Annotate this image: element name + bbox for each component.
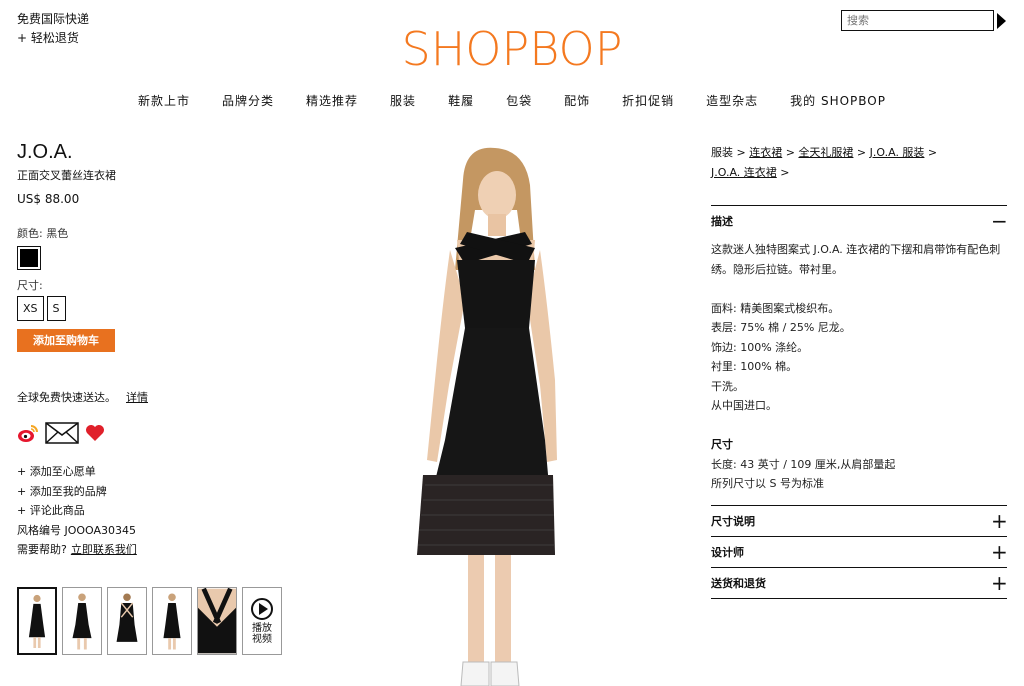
swatch-fill [20, 249, 38, 267]
material-line: 从中国进口。 [711, 399, 777, 412]
shipping-returns-section: 送货和退货 + [711, 567, 1008, 598]
breadcrumb-sep: > [924, 146, 938, 159]
nav-magazine[interactable]: 造型杂志 [690, 92, 774, 109]
review-product-link[interactable]: + 评论此商品 [17, 501, 137, 521]
add-to-wishlist-link[interactable]: + 添加至心愿单 [17, 462, 137, 482]
expand-plus-icon[interactable]: + [991, 542, 1008, 562]
designer-header[interactable]: 设计师 + [711, 537, 1008, 567]
product-price: US$ 88.00 [17, 192, 80, 206]
product-actions: + 添加至心愿单 + 添加至我的品牌 + 评论此商品 风格编号 JOOOA303… [17, 462, 137, 560]
designer-title: 设计师 [711, 546, 744, 559]
description-body: 这款迷人独特图案式 J.O.A. 连衣裙的下摆和肩带饰有配色刺绣。隐形后拉链。带… [711, 240, 1007, 494]
play-video-button[interactable]: 播放视频 [242, 587, 282, 655]
section-divider [711, 598, 1007, 599]
size-options: XS S [17, 296, 66, 321]
nav-featured[interactable]: 精选推荐 [290, 92, 374, 109]
breadcrumb-sep: > [853, 146, 867, 159]
style-number: 风格编号 JOOOA30345 [17, 523, 137, 537]
breadcrumb-sep: > [782, 146, 795, 159]
nav-bags[interactable]: 包袋 [490, 92, 548, 109]
material-line: 饰边: 100% 涤纶。 [711, 340, 809, 354]
description-text: 这款迷人独特图案式 J.O.A. 连衣裙的下摆和肩带饰有配色刺绣。隐形后拉链。带… [711, 243, 1001, 276]
contact-us-link[interactable]: 立即联系我们 [71, 543, 137, 556]
nav-shoes[interactable]: 鞋履 [432, 92, 490, 109]
nav-new-arrivals[interactable]: 新款上市 [122, 92, 206, 109]
thumbnail-detail-full[interactable] [152, 587, 192, 655]
nav-clothing[interactable]: 服装 [374, 92, 432, 109]
shopbop-logo[interactable]: SHOPBOP [0, 22, 1024, 76]
help-line: 需要帮助? 立即联系我们 [17, 540, 137, 560]
nav-sale[interactable]: 折扣促销 [606, 92, 690, 109]
size-option-s[interactable]: S [46, 296, 66, 321]
size-line: 长度: 43 英寸 / 109 厘米,从肩部量起 [711, 457, 896, 471]
breadcrumb-dresses[interactable]: 连衣裙 [749, 146, 782, 159]
description-header[interactable]: 描述 − [711, 206, 1008, 236]
breadcrumb-sep: > [733, 146, 746, 159]
nav-brands[interactable]: 品牌分类 [206, 92, 290, 109]
help-text: 需要帮助? [17, 543, 67, 556]
collapse-minus-icon[interactable]: − [991, 211, 1008, 231]
breadcrumb-day-dresses[interactable]: 全天礼服裙 [798, 146, 853, 159]
expand-plus-icon[interactable]: + [991, 511, 1008, 531]
play-icon [251, 598, 273, 620]
material-line: 衬里: 100% 棉。 [711, 360, 798, 373]
size-guide-header[interactable]: 尺寸说明 + [711, 506, 1008, 536]
breadcrumb: 服装 > 连衣裙 > 全天礼服裙 > J.O.A. 服装 > J.O.A. 连衣… [711, 143, 1011, 182]
description-title: 描述 [711, 215, 733, 228]
email-icon[interactable] [45, 422, 79, 447]
breadcrumb-joa-clothing[interactable]: J.O.A. 服装 [870, 146, 925, 159]
thumbnail-closeup[interactable] [197, 587, 237, 655]
material-line: 面料: 精美图案式梭织布。 [711, 301, 840, 315]
add-to-cart-button[interactable]: 添加至购物车 [17, 329, 115, 352]
size-guide-section: 尺寸说明 + [711, 505, 1008, 536]
size-guide-title: 尺寸说明 [711, 515, 755, 528]
nav-accessories[interactable]: 配饰 [548, 92, 606, 109]
size-heading: 尺寸 [711, 438, 733, 451]
expand-plus-icon[interactable]: + [991, 573, 1008, 593]
breadcrumb-sep: > [776, 165, 790, 179]
size-label: 尺寸: [17, 279, 43, 292]
main-nav: 新款上市 品牌分类 精选推荐 服装 鞋履 包袋 配饰 折扣促销 造型杂志 我的 … [0, 92, 1024, 109]
heart-icon[interactable] [85, 424, 105, 445]
shipping-returns-header[interactable]: 送货和退货 + [711, 568, 1008, 598]
material-line: 干洗。 [711, 379, 744, 393]
description-section: 描述 − [711, 205, 1008, 236]
weibo-icon[interactable] [17, 423, 39, 446]
thumbnail-strip: 播放视频 [17, 587, 282, 655]
main-product-image[interactable] [385, 140, 585, 686]
shipping-text: 全球免费快速送达。 [17, 391, 116, 404]
material-line: 表层: 75% 棉 / 25% 尼龙。 [711, 321, 851, 334]
shipping-info: 全球免费快速送达。 详情 [17, 389, 148, 405]
shipping-returns-title: 送货和退货 [711, 577, 766, 590]
size-option-xs[interactable]: XS [17, 296, 44, 321]
thumbnail-back[interactable] [107, 587, 147, 655]
thumbnail-front[interactable] [17, 587, 57, 655]
product-name: 正面交叉蕾丝连衣裙 [17, 169, 116, 182]
nav-my-shopbop[interactable]: 我的 SHOPBOP [774, 92, 902, 109]
breadcrumb-clothing[interactable]: 服装 [711, 146, 733, 159]
thumbnail-side[interactable] [62, 587, 102, 655]
size-line: 所列尺寸以 S 号为标准 [711, 477, 824, 490]
play-video-label: 播放视频 [252, 623, 272, 645]
color-label: 颜色: 黑色 [17, 227, 69, 240]
social-share [17, 422, 105, 447]
product-brand[interactable]: J.O.A. [17, 141, 73, 164]
add-to-my-brands-link[interactable]: + 添加至我的品牌 [17, 482, 137, 502]
shipping-details-link[interactable]: 详情 [126, 391, 148, 404]
designer-section: 设计师 + [711, 536, 1008, 567]
color-swatch-black[interactable] [17, 246, 41, 270]
breadcrumb-joa-dresses[interactable]: J.O.A. 连衣裙 [711, 166, 777, 179]
